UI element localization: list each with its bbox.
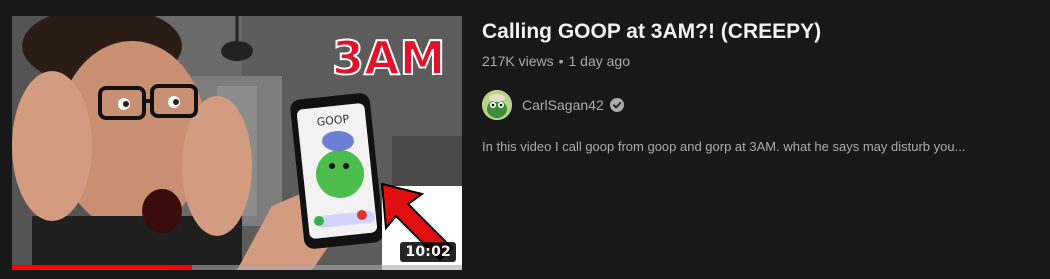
thumbnail-3am-text: 3AM bbox=[332, 31, 445, 85]
video-metadata: 217K views • 1 day ago bbox=[482, 52, 1042, 70]
video-title[interactable]: Calling GOOP at 3AM?! (CREEPY) bbox=[482, 18, 1042, 46]
video-result-row[interactable]: 3AM GOOP 10:02 Calling GOOP at 3AM?! (CR… bbox=[0, 0, 1050, 279]
thumbnail-image: 3AM GOOP bbox=[12, 16, 462, 270]
video-details: Calling GOOP at 3AM?! (CREEPY) 217K view… bbox=[482, 18, 1042, 156]
watch-progress-fill bbox=[12, 265, 192, 270]
meta-separator: • bbox=[558, 53, 564, 69]
channel-link[interactable]: CarlSagan42 bbox=[482, 90, 1042, 120]
watch-progress-bar bbox=[12, 265, 462, 270]
channel-avatar[interactable] bbox=[482, 90, 512, 120]
view-count: 217K views bbox=[482, 53, 554, 69]
upload-age: 1 day ago bbox=[568, 53, 631, 69]
verified-checkmark-icon bbox=[609, 98, 624, 112]
video-thumbnail[interactable]: 3AM GOOP 10:02 bbox=[12, 16, 462, 270]
duration-badge: 10:02 bbox=[400, 242, 456, 262]
channel-name[interactable]: CarlSagan42 bbox=[522, 97, 604, 113]
video-description-snippet: In this video I call goop from goop and … bbox=[482, 139, 966, 154]
